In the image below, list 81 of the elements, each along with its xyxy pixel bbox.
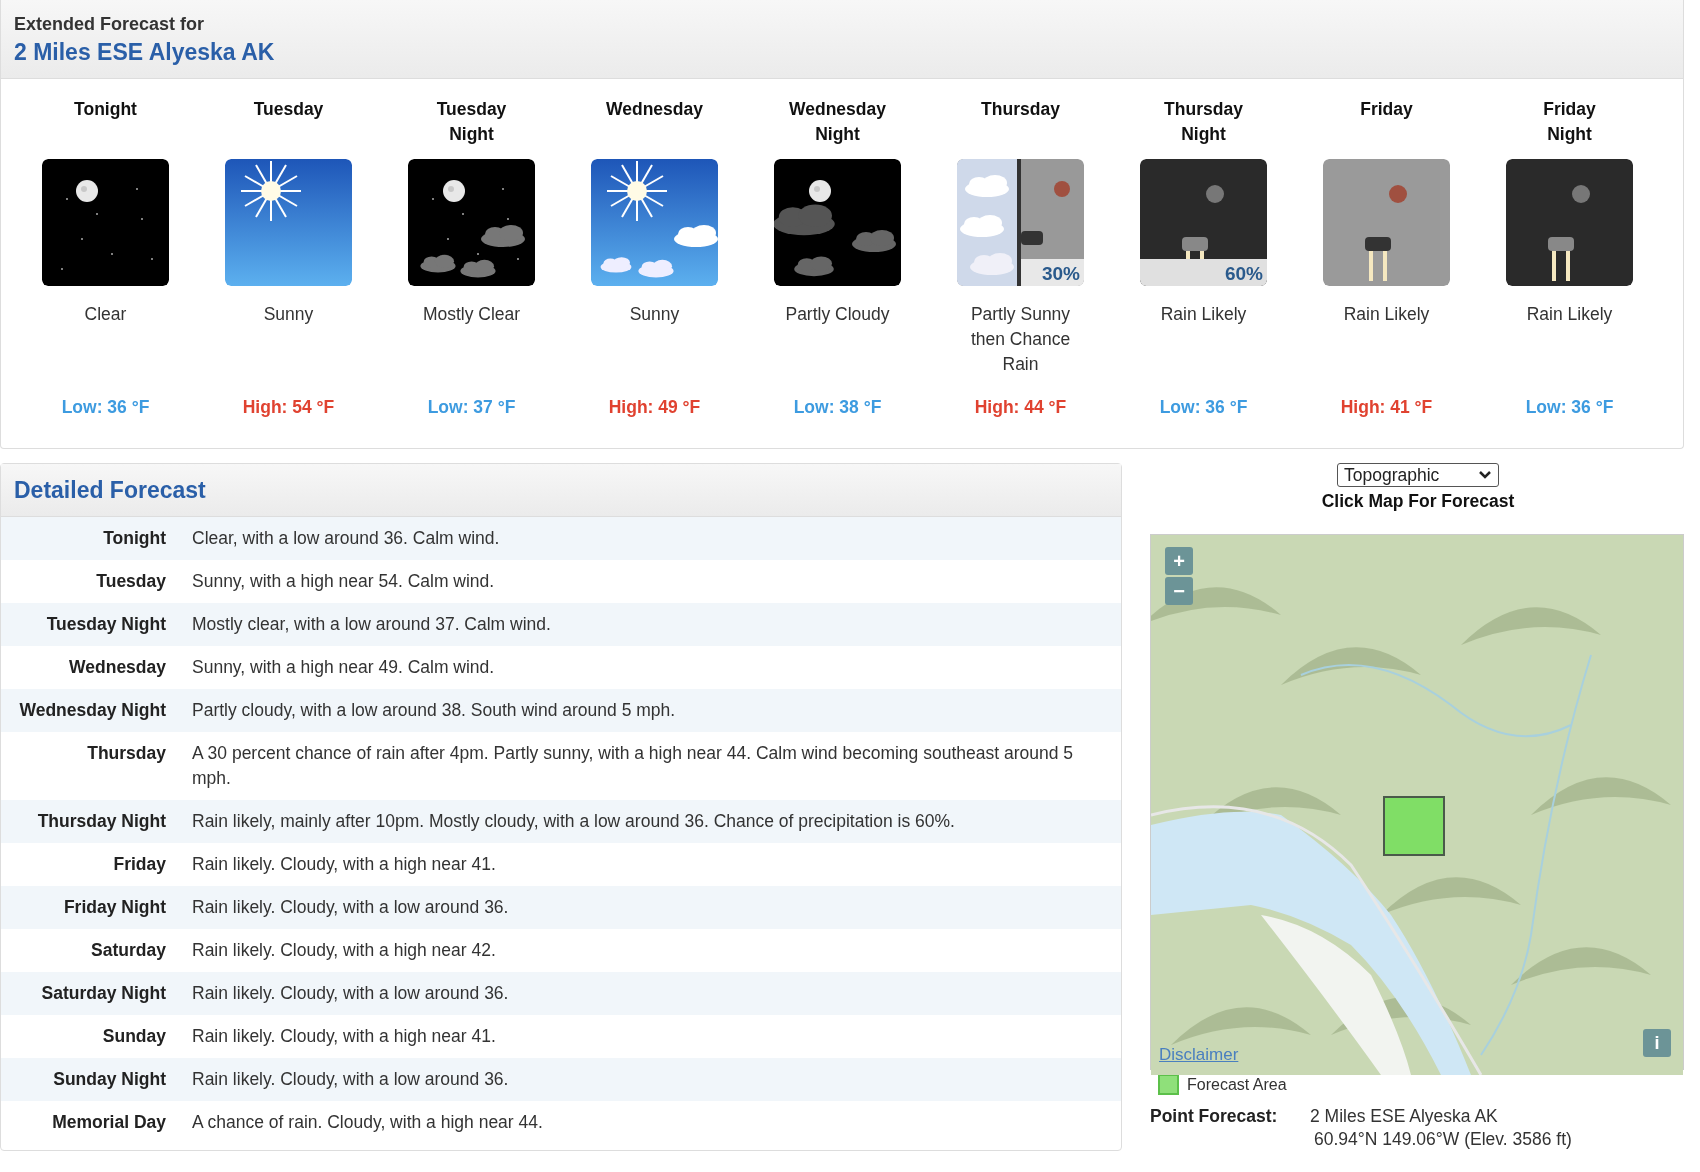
period-name: Friday Night (1542, 98, 1597, 146)
row-label: Friday Night (62, 896, 166, 919)
moon-stars-icon (42, 159, 169, 286)
short-forecast: Rain Likely (1159, 303, 1248, 326)
temperature: High: 44 °F (974, 397, 1067, 418)
temperature: Low: 36 °F (61, 397, 150, 418)
row-label: Memorial Day (51, 1111, 166, 1134)
temperature: Low: 36 °F (1525, 397, 1614, 418)
row-label: Wednesday (68, 656, 166, 679)
clouds-and-rain-road-icon (957, 159, 1084, 286)
row-label: Thursday (86, 742, 166, 765)
period-name: Thursday Night (1163, 98, 1244, 146)
row-label: Tuesday (95, 570, 166, 593)
short-forecast: Rain Likely (1525, 303, 1614, 326)
row-text: Rain likely. Cloudy, with a low around 36. (191, 982, 510, 1005)
point-forecast-label: Point Forecast: (1150, 1105, 1279, 1128)
period-name: Friday (1359, 98, 1414, 121)
forecast-area-swatch (1158, 1074, 1179, 1095)
zoom-in-button[interactable]: + (1165, 547, 1193, 575)
sun-icon (225, 159, 352, 286)
chevron-down-icon (1478, 470, 1492, 480)
temperature: Low: 36 °F (1159, 397, 1248, 418)
moon-clouds-icon (774, 159, 901, 286)
short-forecast: Sunny (262, 303, 315, 326)
sun-clouds-icon (591, 159, 718, 286)
row-text: Partly cloudy, with a low around 38. South wind around 5 mph. (191, 699, 677, 722)
row-text: A 30 percent chance of rain after 4pm. Partly sunny, with a high near 44. Calm wind becoming southeast around 5 mph. (191, 742, 1074, 790)
period-name: Wednesday Night (789, 98, 886, 146)
legend-label: Forecast Area (1187, 1075, 1287, 1094)
layer-select[interactable]: Topographic (1337, 463, 1499, 487)
zoom-out-button[interactable]: − (1165, 577, 1193, 605)
panel-title: Detailed Forecast (14, 477, 207, 504)
location-title: 2 Miles ESE Alyeska AK (14, 39, 276, 66)
temperature: Low: 37 °F (427, 397, 516, 418)
temperature: High: 49 °F (608, 397, 701, 418)
row-text: Sunny, with a high near 49. Calm wind. (191, 656, 496, 679)
short-forecast: Rain Likely (1342, 303, 1431, 326)
short-forecast: Mostly Clear (421, 303, 522, 326)
point-coordinates: 60.94°N 149.06°W (Elev. 3586 ft) (1313, 1128, 1572, 1151)
short-forecast: Sunny (628, 303, 681, 326)
period-name: Thursday (980, 98, 1061, 121)
rain-road-icon (1140, 159, 1267, 286)
row-text: Rain likely. Cloudy, with a low around 36. (191, 1068, 510, 1091)
temperature: High: 54 °F (242, 397, 335, 418)
row-label: Friday (112, 853, 166, 876)
forecast-subtitle: Extended Forecast for (14, 14, 206, 35)
row-text: Mostly clear, with a low around 37. Calm wind. (191, 613, 552, 636)
short-forecast: Clear (83, 303, 128, 326)
row-text: Rain likely, mainly after 10pm. Mostly cloudy, with a low around 36. Chance of precipitation is 60%. (191, 810, 956, 833)
period-name: Tuesday (252, 98, 325, 121)
row-text: Rain likely. Cloudy, with a high near 42. (191, 939, 497, 962)
row-text: Rain likely. Cloudy, with a high near 41. (191, 853, 497, 876)
row-label: Saturday Night (40, 982, 166, 1005)
period-name: Tonight (73, 98, 138, 121)
row-label: Tonight (102, 527, 166, 550)
rain-road-icon (1323, 159, 1450, 286)
temperature: High: 41 °F (1340, 397, 1433, 418)
row-label: Saturday (90, 939, 166, 962)
row-label: Sunday Night (52, 1068, 166, 1091)
moon-clouds-icon (408, 159, 535, 286)
row-text: Sunny, with a high near 54. Calm wind. (191, 570, 496, 593)
row-text: Rain likely. Cloudy, with a high near 41. (191, 1025, 497, 1048)
disclaimer-link[interactable]: Disclaimer (1159, 1045, 1239, 1065)
info-button[interactable]: i (1643, 1029, 1671, 1057)
row-label: Sunday (101, 1025, 166, 1048)
point-location: 2 Miles ESE Alyeska AK (1310, 1105, 1499, 1128)
row-text: Rain likely. Cloudy, with a low around 36. (191, 896, 510, 919)
row-label: Wednesday Night (18, 699, 166, 722)
row-text: Clear, with a low around 36. Calm wind. (191, 527, 501, 550)
precipitation-chance: 30% (1041, 263, 1080, 285)
short-forecast: Partly Cloudy (784, 303, 891, 326)
row-label: Tuesday Night (45, 613, 166, 636)
map-hint: Click Map For Forecast (1321, 491, 1515, 512)
short-forecast: Partly Sunny then Chance Rain (969, 303, 1072, 376)
temperature: Low: 38 °F (793, 397, 882, 418)
row-label: Thursday Night (36, 810, 166, 833)
rain-road-icon (1506, 159, 1633, 286)
precipitation-chance: 60% (1224, 263, 1263, 285)
row-text: A chance of rain. Cloudy, with a high near 44. (191, 1111, 544, 1134)
period-name: Tuesday Night (435, 98, 508, 146)
period-name: Wednesday (606, 98, 703, 121)
